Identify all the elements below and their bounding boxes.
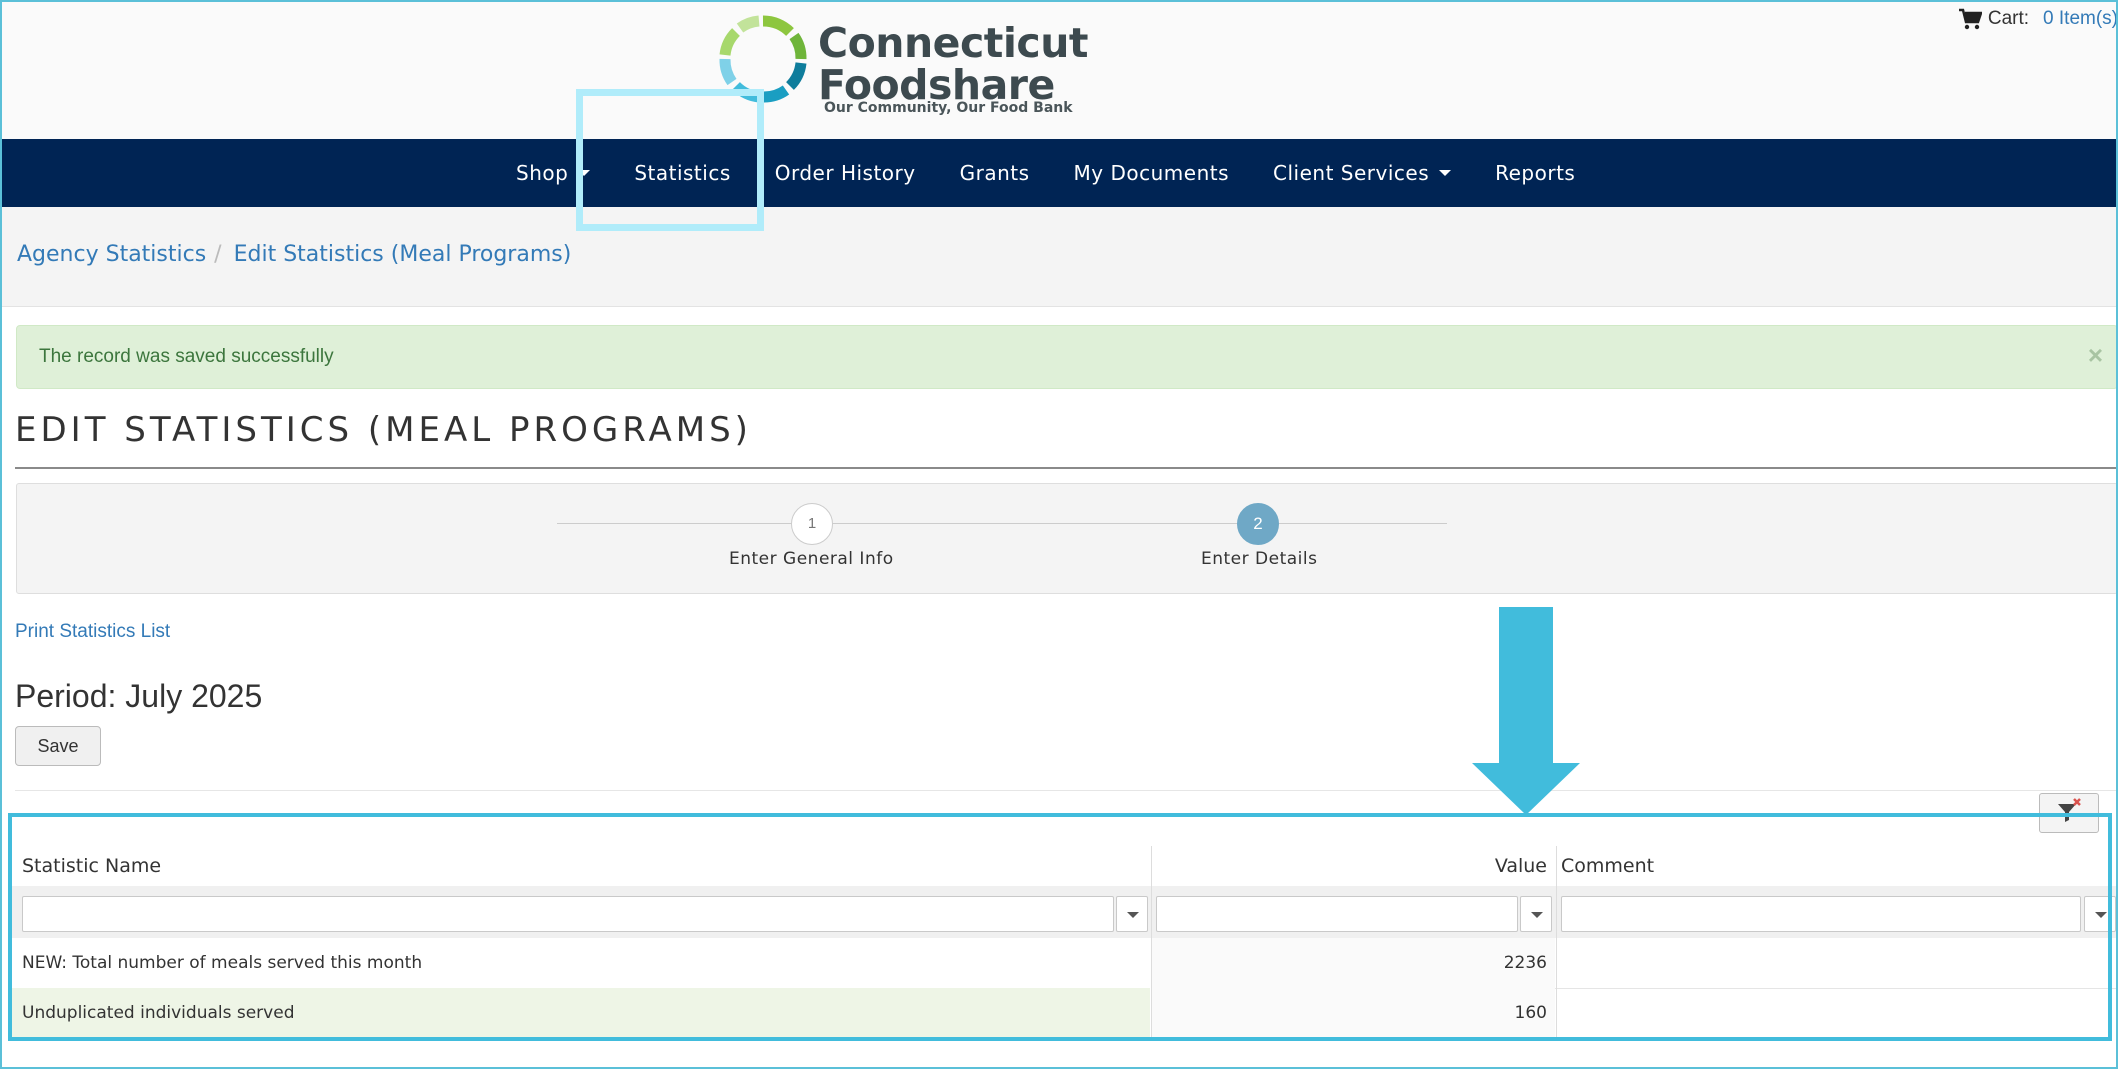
cart[interactable]: Cart: 0 Item(s)	[1958, 8, 2118, 30]
wizard-step-1-label: Enter General Info	[729, 549, 894, 569]
connecticut-foodshare-logo[interactable]: Connecticut Foodshare Our Community, Our…	[718, 14, 1108, 124]
caret-down-icon	[1439, 170, 1452, 176]
main-nav: Shop Statistics Order History Grants My …	[0, 139, 2118, 207]
nav-item-client-services[interactable]: Client Services	[1251, 139, 1473, 207]
cart-label: Cart:	[1987, 8, 2030, 29]
nav-item-order-history[interactable]: Order History	[753, 139, 938, 207]
breadcrumb-separator: /	[214, 242, 222, 267]
cart-count-link[interactable]: 0 Item(s)	[2043, 8, 2118, 30]
nav-item-label: Grants	[959, 161, 1030, 185]
nav-item-label: Client Services	[1273, 161, 1430, 185]
wizard-step-2-label: Enter Details	[1201, 549, 1318, 569]
shopping-cart-icon	[1958, 8, 1982, 30]
grid-highlight-annotation	[8, 813, 2112, 1041]
nav-item-label: Shop	[516, 161, 569, 185]
nav-item-reports[interactable]: Reports	[1473, 139, 1597, 207]
nav-item-label: Reports	[1495, 161, 1576, 185]
success-alert: The record was saved successfully ×	[16, 325, 2118, 389]
nav-item-grants[interactable]: Grants	[938, 139, 1052, 207]
site-header: Connecticut Foodshare Our Community, Our…	[0, 0, 2118, 139]
wizard-track	[557, 523, 1447, 524]
breadcrumb-edit-statistics[interactable]: Edit Statistics (Meal Programs)	[234, 242, 572, 267]
nav-item-label: Order History	[774, 161, 916, 185]
arrow-down-icon	[1472, 607, 1580, 815]
section-divider	[15, 790, 2118, 791]
period-heading: Period: July 2025	[15, 678, 263, 714]
close-icon[interactable]: ×	[2088, 340, 2103, 371]
logo-wordmark: Connecticut Foodshare	[818, 19, 1089, 106]
nav-item-my-documents[interactable]: My Documents	[1052, 139, 1251, 207]
alert-message: The record was saved successfully	[39, 346, 334, 367]
logo-line-1: Connecticut	[818, 19, 1089, 67]
logo-tagline: Our Community, Our Food Bank	[824, 100, 1073, 116]
wizard-step-2[interactable]: 2	[1237, 503, 1279, 545]
breadcrumb-agency-statistics[interactable]: Agency Statistics	[17, 242, 206, 267]
breadcrumb: Agency Statistics / Edit Statistics (Mea…	[17, 242, 571, 267]
statistics-highlight-annotation	[576, 89, 764, 231]
nav-item-label: My Documents	[1073, 161, 1230, 185]
wizard-step-1[interactable]: 1	[791, 503, 833, 545]
breadcrumb-bar: Agency Statistics / Edit Statistics (Mea…	[0, 207, 2118, 307]
save-button[interactable]: Save	[15, 726, 101, 766]
page-title: EDIT STATISTICS (MEAL PROGRAMS)	[15, 410, 752, 450]
title-divider	[15, 467, 2118, 469]
print-statistics-link[interactable]: Print Statistics List	[15, 621, 170, 643]
progress-wizard: 1 2 Enter General Info Enter Details	[16, 483, 2118, 594]
